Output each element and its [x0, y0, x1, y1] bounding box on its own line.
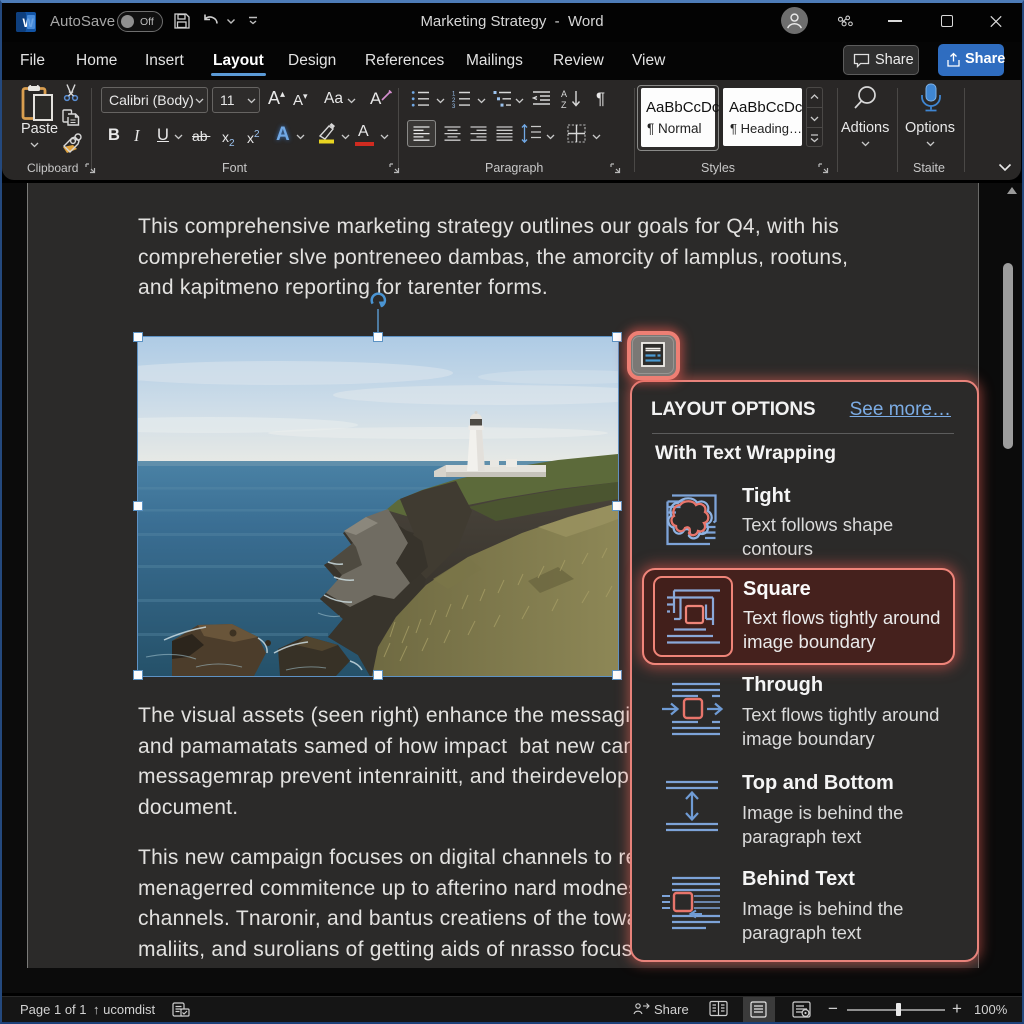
svg-text:1: 1 — [452, 92, 456, 98]
svg-text:3: 3 — [452, 104, 456, 108]
svg-text:A: A — [561, 89, 567, 99]
svg-text:Z: Z — [561, 100, 567, 109]
